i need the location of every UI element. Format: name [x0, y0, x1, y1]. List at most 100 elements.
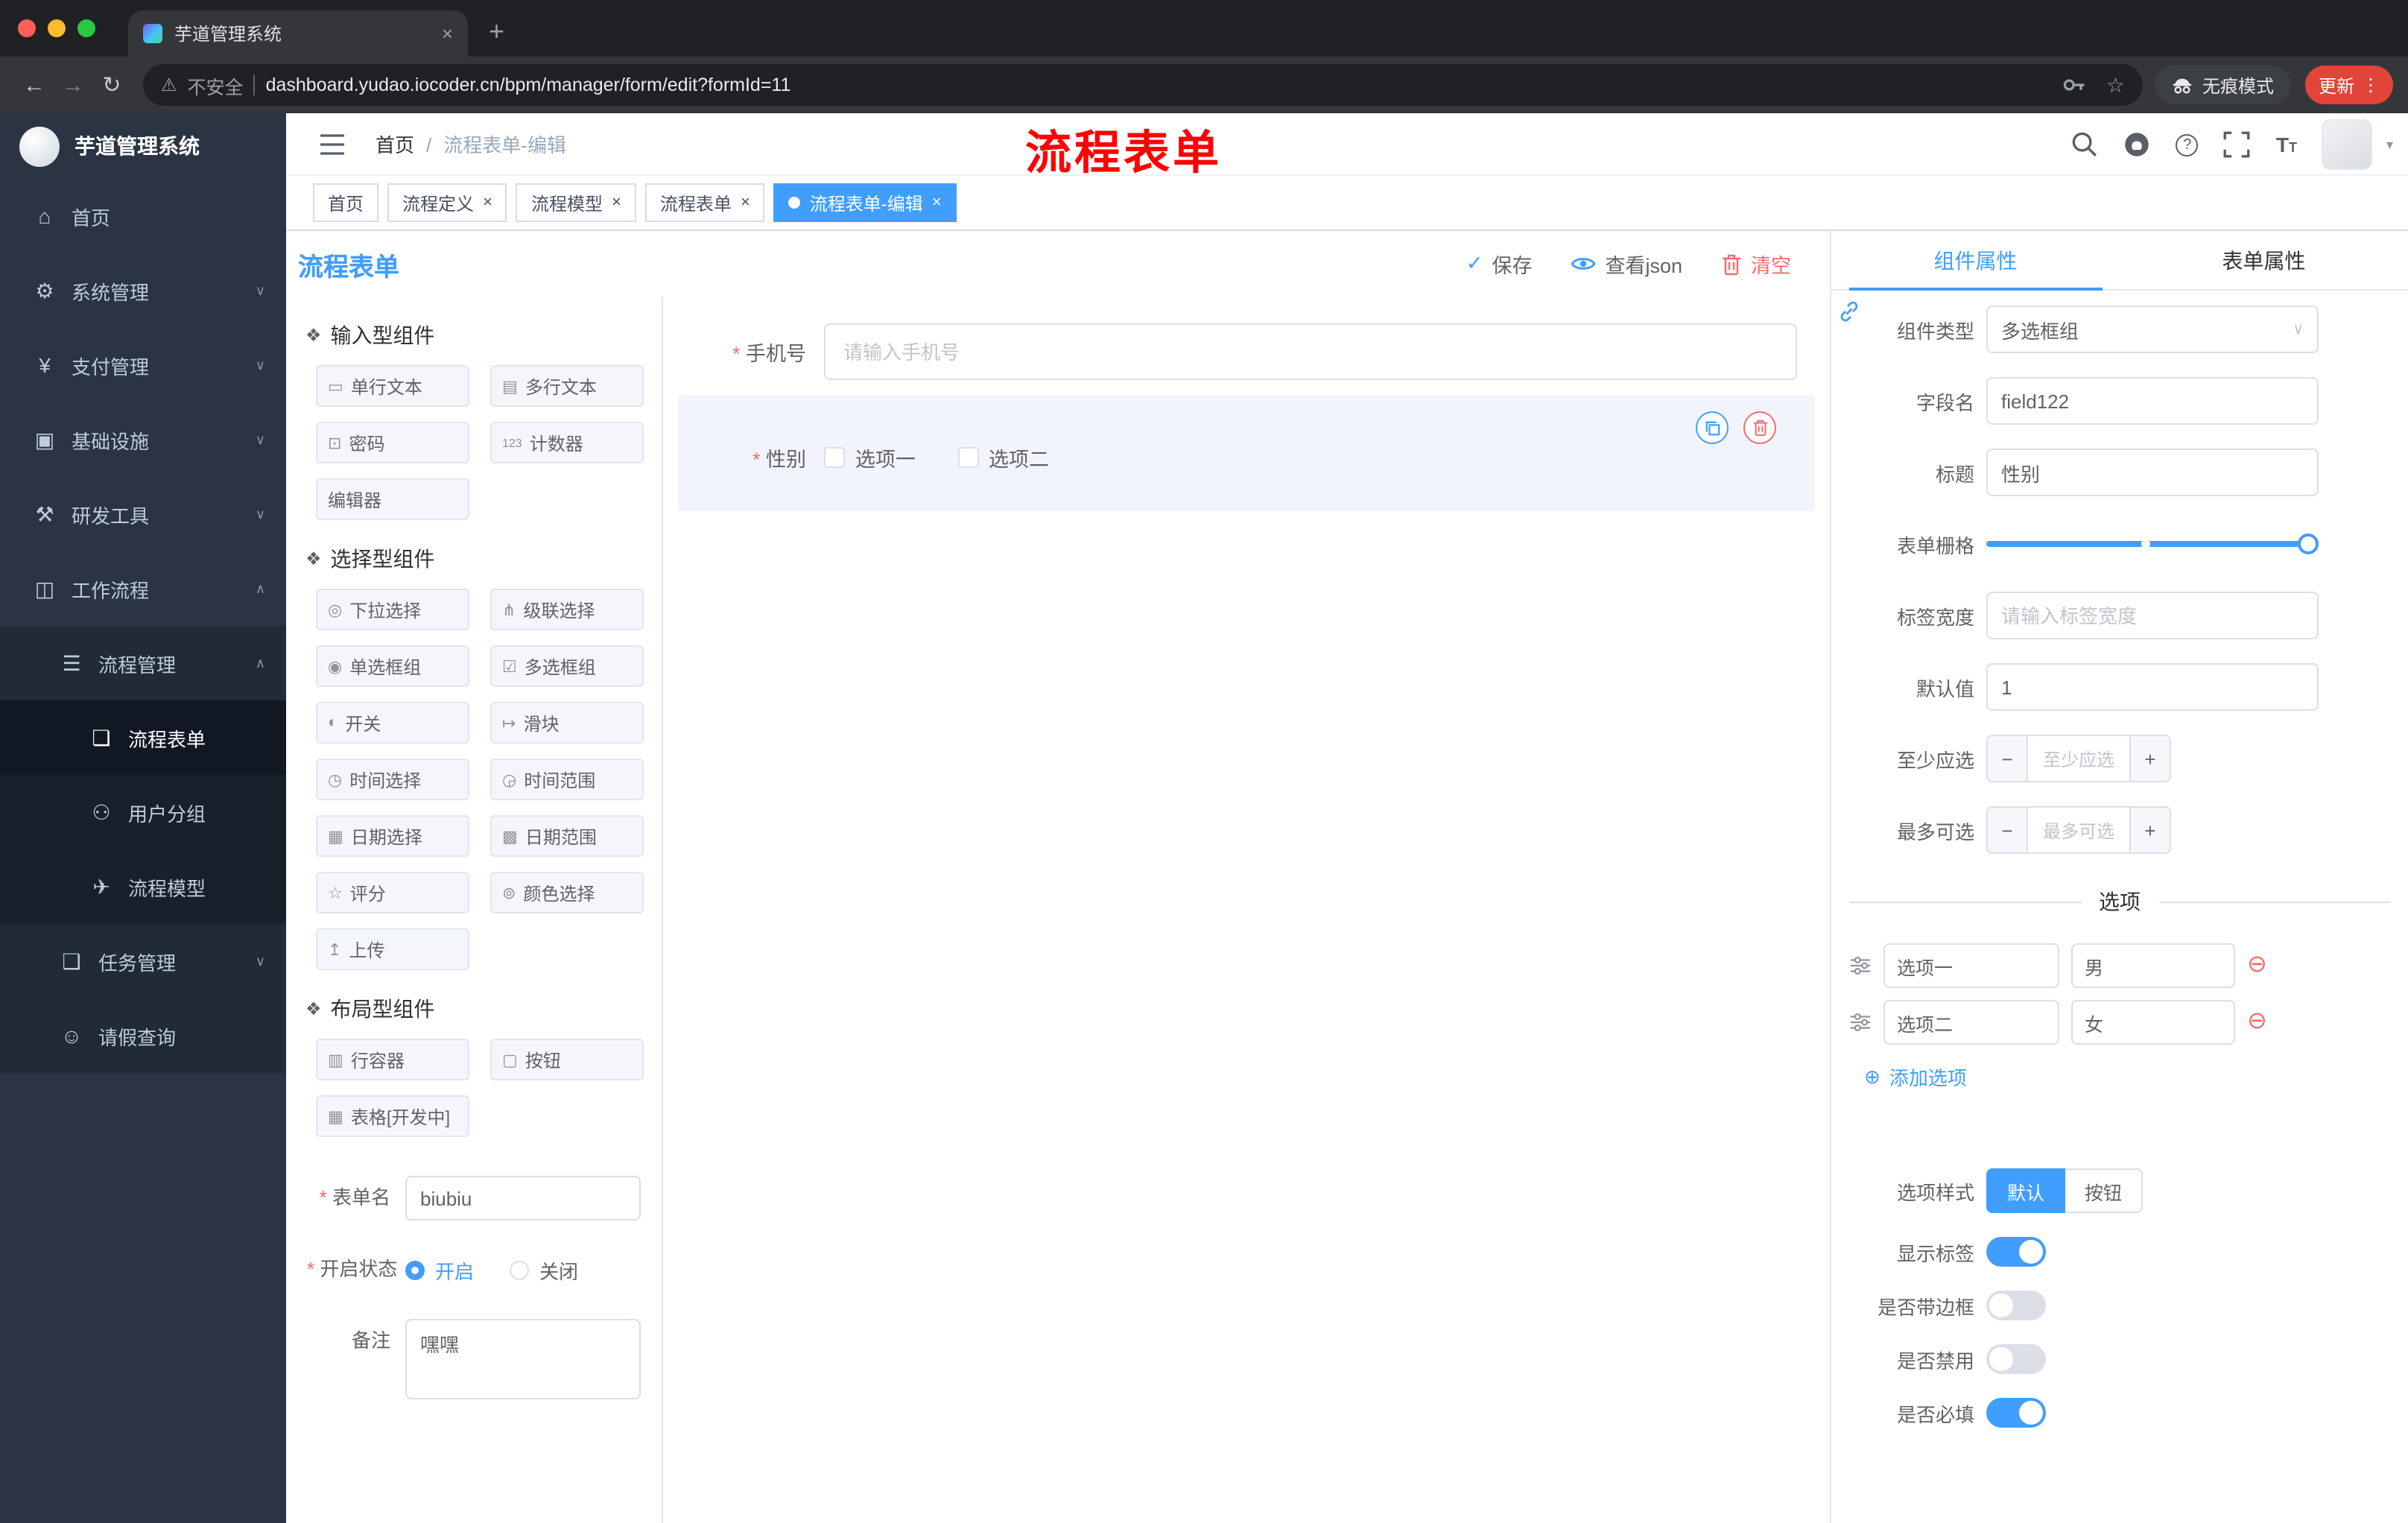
close-icon[interactable]: × [741, 194, 750, 212]
min-select-value[interactable]: 至少应选 [2028, 736, 2129, 781]
gender-option-1-checkbox[interactable]: 选项一 [824, 443, 916, 472]
form-name-input[interactable] [405, 1176, 641, 1220]
palette-item-single-text[interactable]: ▭ 单行文本 [316, 365, 469, 407]
link-icon[interactable] [1837, 300, 1861, 323]
drag-handle-icon[interactable] [1849, 1012, 1872, 1033]
selected-widget-gender[interactable]: 性别 选项一 选项二 [678, 395, 1815, 511]
phone-input[interactable] [824, 323, 1797, 380]
palette-item-color-picker[interactable]: ⊚ 颜色选择 [490, 872, 644, 914]
back-icon[interactable]: ← [15, 72, 54, 98]
key-icon[interactable] [2062, 72, 2088, 98]
browser-tab[interactable]: 芋道管理系统 × [128, 10, 468, 57]
grid-slider[interactable] [1986, 520, 2319, 568]
border-switch[interactable] [1986, 1291, 2046, 1320]
palette-item-date-range[interactable]: ▩ 日期范围 [490, 815, 644, 857]
gender-option-2-checkbox[interactable]: 选项二 [957, 443, 1049, 472]
close-tab-icon[interactable]: × [442, 22, 453, 45]
palette-item-cascader[interactable]: ⋔ 级联选择 [490, 589, 644, 630]
new-tab-button[interactable]: + [489, 16, 504, 48]
copy-widget-button[interactable] [1696, 411, 1729, 444]
breadcrumb-home[interactable]: 首页 [376, 134, 414, 156]
label-width-input[interactable] [1986, 592, 2319, 639]
close-window-button[interactable] [18, 19, 36, 37]
tab-form-props[interactable]: 表单属性 [2120, 231, 2408, 289]
field-name-input[interactable] [1986, 377, 2319, 425]
palette-item-radio-group[interactable]: ◉ 单选框组 [316, 645, 469, 687]
palette-item-checkbox-group[interactable]: ☑ 多选框组 [490, 645, 644, 687]
sidebar-item-process-model[interactable]: ✈ 流程模型 [0, 849, 286, 924]
option-label-input[interactable] [1883, 943, 2059, 988]
fullscreen-icon[interactable] [2224, 131, 2251, 158]
update-button[interactable]: 更新 ⋮ [2304, 66, 2393, 104]
tag-process-model[interactable]: 流程模型 × [516, 183, 636, 222]
add-option-button[interactable]: ⊕ 添加选项 [1864, 1063, 2390, 1091]
palette-item-select[interactable]: ◎ 下拉选择 [316, 589, 469, 630]
style-default-button[interactable]: 默认 [1986, 1168, 2066, 1213]
option-value-input[interactable] [2071, 943, 2235, 988]
tag-process-form[interactable]: 流程表单 × [644, 183, 765, 222]
palette-item-table[interactable]: ▦ 表格[开发中] [316, 1095, 469, 1137]
sidebar-item-task-management[interactable]: ❑ 任务管理 ∨ [0, 924, 286, 998]
sidebar-item-workflow[interactable]: ◫ 工作流程 ∧ [0, 551, 286, 626]
palette-item-upload[interactable]: ↥ 上传 [316, 928, 469, 970]
palette-item-time-range[interactable]: ◶ 时间范围 [490, 759, 644, 800]
default-value-input[interactable] [1986, 663, 2319, 711]
palette-item-editor[interactable]: 编辑器 [316, 478, 469, 520]
tag-process-definition[interactable]: 流程定义 × [387, 183, 507, 222]
palette-item-button[interactable]: ▢ 按钮 [490, 1039, 644, 1080]
slider-handle[interactable] [2298, 533, 2319, 554]
avatar[interactable] [2322, 119, 2373, 170]
increase-button[interactable]: + [2129, 736, 2170, 781]
reload-icon[interactable]: ↻ [92, 72, 131, 98]
option-value-input[interactable] [2071, 1000, 2235, 1045]
view-json-button[interactable]: 查看json [1571, 249, 1682, 279]
palette-item-counter[interactable]: 123 计数器 [490, 422, 644, 463]
browser-menu-icon[interactable]: ⋮ [2362, 75, 2380, 95]
avatar-caret-icon[interactable]: ▾ [2386, 136, 2393, 153]
minimize-window-button[interactable] [48, 19, 66, 37]
save-button[interactable]: ✓ 保存 [1466, 249, 1533, 279]
close-icon[interactable]: × [483, 194, 492, 212]
address-bar[interactable]: ⚠ 不安全 dashboard.yudao.iocoder.cn/bpm/man… [143, 64, 2143, 106]
status-on-radio[interactable]: 开启 [405, 1256, 474, 1284]
delete-widget-button[interactable] [1743, 411, 1776, 444]
remark-textarea[interactable]: 嘿嘿 [405, 1319, 641, 1399]
palette-item-row-container[interactable]: ▥ 行容器 [316, 1039, 469, 1080]
max-select-value[interactable]: 最多可选 [2028, 808, 2129, 852]
sidebar-item-devtools[interactable]: ⚒ 研发工具 ∨ [0, 477, 286, 551]
clear-button[interactable]: 清空 [1721, 249, 1791, 279]
zoom-window-button[interactable] [77, 19, 95, 37]
tag-process-form-edit[interactable]: 流程表单-编辑 × [773, 183, 957, 222]
slider-track[interactable] [1986, 541, 2319, 547]
sidebar-item-system[interactable]: ⚙ 系统管理 ∨ [0, 253, 286, 328]
sidebar-item-infrastructure[interactable]: ▣ 基础设施 ∨ [0, 402, 286, 477]
palette-item-switch[interactable]: ◐ 开关 [316, 702, 469, 744]
option-label-input[interactable] [1883, 1000, 2059, 1045]
increase-button[interactable]: + [2129, 808, 2170, 852]
status-off-radio[interactable]: 关闭 [510, 1256, 578, 1284]
bookmark-star-icon[interactable]: ☆ [2106, 72, 2125, 98]
url-text[interactable]: dashboard.yudao.iocoder.cn/bpm/manager/f… [266, 75, 2051, 95]
palette-item-password[interactable]: ⊡ 密码 [316, 422, 469, 463]
component-type-select[interactable]: 多选框组 ∨ [1986, 305, 2319, 353]
collapse-sidebar-icon[interactable] [319, 132, 346, 156]
close-icon[interactable]: × [932, 194, 942, 212]
sidebar-item-payment[interactable]: ¥ 支付管理 ∨ [0, 328, 286, 402]
decrease-button[interactable]: − [1988, 736, 2028, 781]
font-size-icon[interactable]: TT [2276, 133, 2297, 156]
tab-component-props[interactable]: 组件属性 [1831, 231, 2120, 291]
security-label[interactable]: 不安全 [188, 71, 244, 99]
palette-item-date-picker[interactable]: ▦ 日期选择 [316, 815, 469, 857]
palette-item-multi-text[interactable]: ▤ 多行文本 [490, 365, 644, 407]
disabled-switch[interactable] [1986, 1344, 2046, 1374]
required-switch[interactable] [1986, 1398, 2046, 1428]
palette-item-slider[interactable]: ↦ 滑块 [490, 702, 644, 744]
forward-icon[interactable]: → [54, 72, 92, 98]
search-icon[interactable] [2072, 131, 2099, 158]
title-input[interactable] [1986, 449, 2319, 496]
help-icon[interactable]: ? [2176, 133, 2199, 156]
decrease-button[interactable]: − [1988, 808, 2028, 852]
tag-home[interactable]: 首页 [313, 183, 379, 222]
palette-item-rate[interactable]: ☆ 评分 [316, 872, 469, 914]
sidebar-item-user-group[interactable]: ⚇ 用户分组 [0, 775, 286, 849]
